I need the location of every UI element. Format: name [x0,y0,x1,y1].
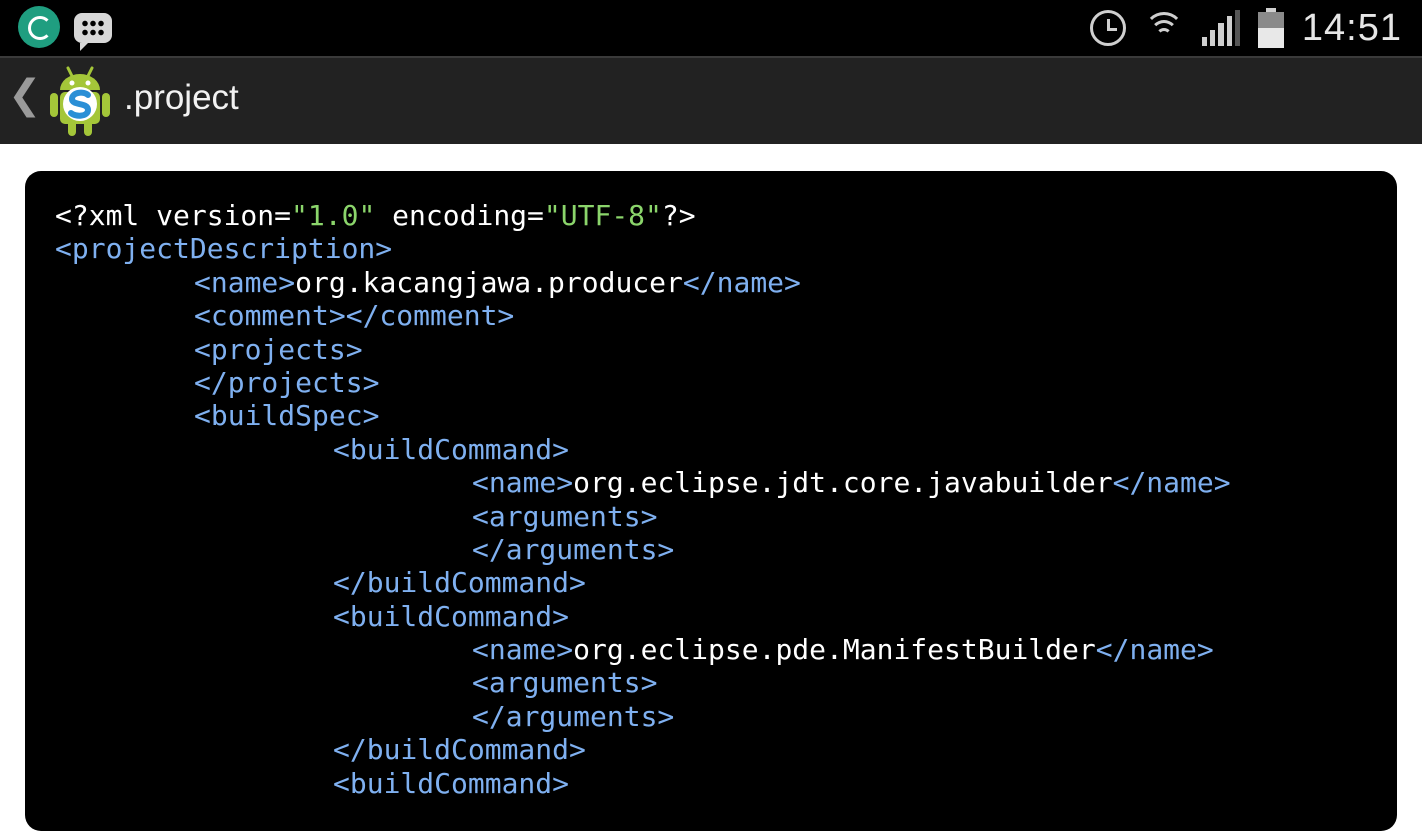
page-title: .project [124,78,239,117]
code-line: <buildCommand> [55,600,1397,633]
code-line: </arguments> [55,533,1397,566]
code-line: <name>org.eclipse.jdt.core.javabuilder</… [55,466,1397,499]
code-line: </arguments> [55,700,1397,733]
code-line: <arguments> [55,500,1397,533]
code-token: </name> [1112,466,1231,500]
code-token: "1.0" [291,199,376,232]
code-token: <name> [472,633,574,667]
chevron-left-icon[interactable]: ❮ [8,72,42,118]
code-line: </projects> [55,366,1397,399]
code-token: <?xml version= [55,199,292,232]
signal-bar [1201,37,1208,46]
signal-bar [1210,30,1216,46]
signal-bar [1218,23,1224,46]
code-token: <buildSpec> [194,399,380,433]
code-viewer[interactable]: <?xml version="1.0" encoding="UTF-8"?> <p… [25,171,1397,831]
code-line: <?xml version="1.0" encoding="UTF-8"?> [55,199,1397,232]
alarm-icon [1089,10,1126,46]
code-token: </name> [1095,633,1214,667]
code-token: <arguments> [472,499,658,533]
battery-icon [1257,8,1284,48]
code-token: org.eclipse.jdt.core.javabuilder [573,466,1113,500]
action-bar: ❮ .project [0,56,1422,144]
code-token: encoding= [375,199,544,232]
code-token: org.kacangjawa.producer [295,265,683,299]
code-token: "UTF-8" [543,199,662,232]
code-token: </arguments> [472,699,675,733]
code-token: <name> [194,265,296,299]
code-token: </arguments> [472,532,675,566]
code-line: <comment></comment> [55,299,1397,332]
code-token: ?> [661,199,696,232]
code-line: <buildCommand> [55,767,1397,800]
system-icons: 14:51 [1089,0,1402,56]
code-token: <buildCommand> [333,432,570,466]
code-line: <name>org.kacangjawa.producer</name> [55,266,1397,299]
code-token: <buildCommand> [333,599,570,633]
code-line: <arguments> [55,666,1397,699]
code-token: <name> [472,466,574,500]
code-token: <projectDescription> [55,232,393,266]
code-line: <buildSpec> [55,399,1397,432]
code-token: </buildCommand> [333,733,586,767]
wifi-icon [1143,10,1184,46]
code-line: </buildCommand> [55,733,1397,766]
code-line: <name>org.eclipse.pde.ManifestBuilder</n… [55,633,1397,666]
code-token: <comment></comment> [194,299,515,333]
signal-icon [1201,10,1240,46]
code-line: <projects> [55,333,1397,366]
bbm-icon [74,13,112,51]
android-s-logo-icon[interactable] [48,64,112,138]
code-token: </buildCommand> [333,566,586,600]
status-bar: 14:51 [0,0,1422,56]
code-token: <arguments> [472,666,658,700]
signal-bar [1226,16,1232,46]
code-line: </buildCommand> [55,566,1397,599]
code-token: org.eclipse.pde.ManifestBuilder [573,633,1096,667]
code-line: <buildCommand> [55,433,1397,466]
code-token: <buildCommand> [333,766,570,800]
code-token: </name> [682,265,801,299]
notification-icons [18,6,112,51]
app-notification-icon [18,6,60,48]
signal-bar [1234,10,1240,46]
status-time: 14:51 [1301,6,1402,49]
code-line: <projectDescription> [55,232,1397,265]
code-token: <projects> [194,332,363,366]
code-token: </projects> [194,365,380,399]
